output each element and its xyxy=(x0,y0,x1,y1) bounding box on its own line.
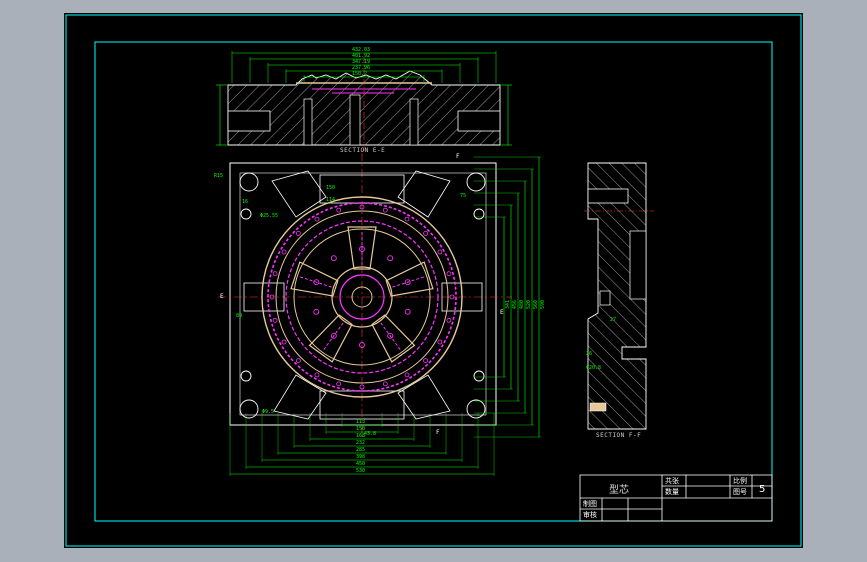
ejector-hole xyxy=(336,207,342,213)
bottom-dim-label: 285 xyxy=(356,447,366,453)
ejector-hole xyxy=(314,216,320,222)
ejector-hole xyxy=(313,308,320,315)
misc-dim-label: Φ9.5 xyxy=(262,409,275,415)
right-dim-label: 520 xyxy=(526,299,532,309)
ejector-hole xyxy=(314,372,320,378)
section-ff-pin xyxy=(599,290,611,306)
cut-letter-e-left: E xyxy=(220,293,225,300)
ejector-hole xyxy=(272,271,278,277)
misc-dim-label: Φ20.8 xyxy=(586,365,602,371)
misc-dim-label: 89 xyxy=(236,313,243,319)
misc-dim-label: 114 xyxy=(326,197,336,203)
ejector-hole xyxy=(281,249,287,255)
section-ee-slot-3 xyxy=(409,98,419,146)
cut-letter-e-right: E xyxy=(500,309,505,316)
cut-letter-f-top: F xyxy=(456,153,461,160)
wheel-spoke xyxy=(385,261,434,297)
sheet-value: 5 xyxy=(759,484,766,495)
bottom-dim-label: 530 xyxy=(356,468,366,474)
label-drawn: 制图 xyxy=(583,500,597,508)
bottom-dim-label: 113 xyxy=(356,419,366,425)
label-qty: 数量 xyxy=(665,488,679,496)
ejector-hole xyxy=(330,255,337,262)
right-dim-label: 590 xyxy=(540,299,546,309)
section-ff-slot-mid xyxy=(629,230,647,300)
misc-dim-label: 150 xyxy=(326,185,336,191)
ejector-hole xyxy=(336,381,342,387)
cut-letter-f-bottom: F xyxy=(436,429,441,436)
drawing-canvas xyxy=(65,14,802,547)
ejector-hole xyxy=(404,372,410,378)
spoke-center-mark xyxy=(299,276,332,288)
right-dim-label: 341 xyxy=(505,299,511,309)
ejector-hole xyxy=(404,308,411,315)
ejector-hole xyxy=(295,230,301,236)
ejector-hole xyxy=(404,216,410,222)
misc-dim-label: 16 xyxy=(242,199,249,205)
label-check: 审核 xyxy=(583,511,597,519)
wheel-spoke xyxy=(290,261,339,297)
label-ratio: 比例 xyxy=(733,477,747,485)
misc-dim-label: 75 xyxy=(460,193,467,199)
ejector-hole xyxy=(437,339,443,345)
section-ff-slot-top xyxy=(587,188,629,204)
section-ee-pocket-left xyxy=(227,110,271,132)
misc-dim-label: 26 xyxy=(586,351,593,357)
section-ee-slot-1 xyxy=(303,98,313,146)
slider-pockets xyxy=(243,170,483,420)
ejector-hole xyxy=(281,339,287,345)
ejector-hole xyxy=(387,255,394,262)
spoke-center-mark xyxy=(392,276,425,288)
section-ee-slot-2 xyxy=(349,94,361,146)
section-ee-pocket-right xyxy=(457,110,501,132)
section-ee-label: SECTION E-E xyxy=(340,147,386,154)
ejector-hole xyxy=(295,358,301,364)
ejector-hole xyxy=(382,207,388,213)
ejector-hole xyxy=(437,249,443,255)
ejector-hole xyxy=(423,358,429,364)
bottom-dim-label: 450 xyxy=(356,461,366,467)
label-sheet: 图号 xyxy=(733,488,747,496)
misc-dim-label: Φ25.55 xyxy=(260,213,279,219)
ejector-hole xyxy=(446,271,452,277)
ejector-hole xyxy=(382,381,388,387)
misc-dim-label: R15 xyxy=(214,173,224,179)
section-ff-label: SECTION F-F xyxy=(596,432,642,439)
misc-dim-label: 27 xyxy=(610,317,617,323)
plan-view xyxy=(218,153,541,476)
ejector-hole xyxy=(272,317,278,323)
part-name: 型芯 xyxy=(609,485,629,496)
ejector-hole xyxy=(446,317,452,323)
cad-viewport[interactable]: SECTION E-E SECTION F-F E E F F 432.03 40… xyxy=(64,13,803,548)
bottom-dim-label: 232 xyxy=(356,440,366,446)
section-ff-tan-strip xyxy=(589,402,607,412)
label-count: 共张 xyxy=(665,477,679,485)
bottom-dim-label: 398 xyxy=(356,454,366,460)
right-dim-label: 560 xyxy=(533,299,539,309)
right-dim-label: 480 xyxy=(519,299,525,309)
plan-inner-outline xyxy=(239,172,487,416)
ejector-hole xyxy=(423,230,429,236)
top-dim-label: 150.2 xyxy=(352,71,368,77)
misc-dim-label: 43.8 xyxy=(364,431,377,437)
right-dim-label: 456 xyxy=(512,299,518,309)
section-ff xyxy=(584,162,654,430)
